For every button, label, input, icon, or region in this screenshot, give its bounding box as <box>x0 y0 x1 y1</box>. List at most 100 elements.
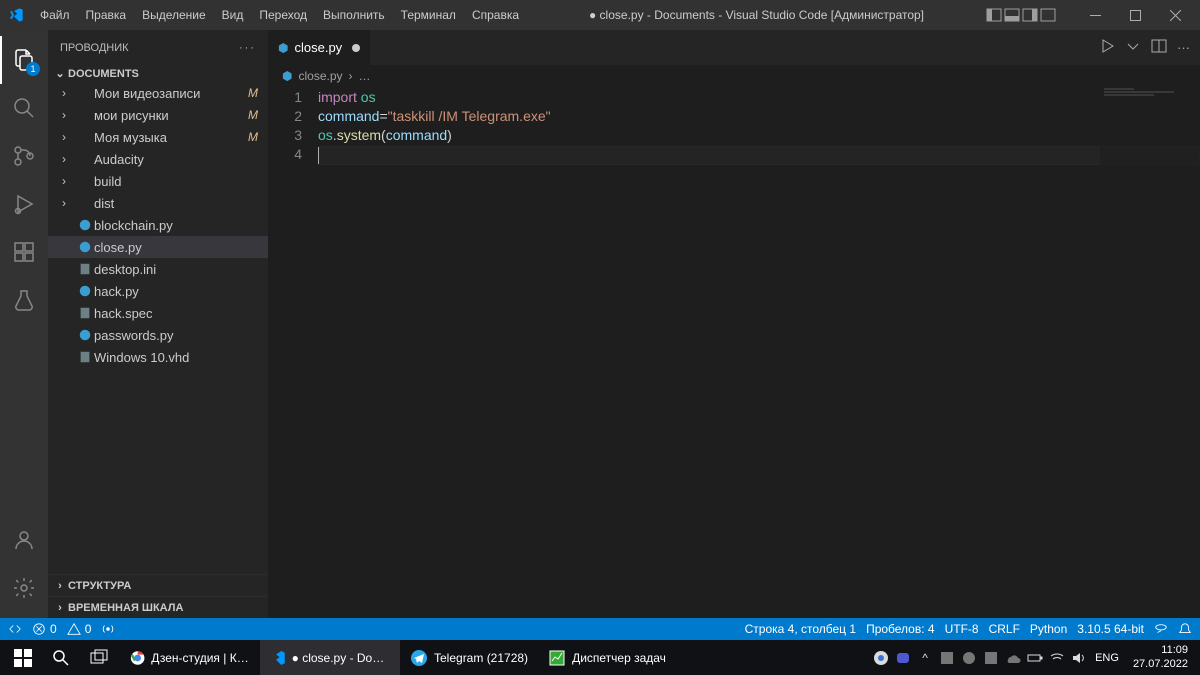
minimap[interactable] <box>1100 87 1200 618</box>
menu-run[interactable]: Выполнить <box>315 0 393 30</box>
toggle-panel-icon[interactable] <box>1004 7 1020 23</box>
file-tree: ›Мои видеозаписиM›мои рисункиM›Моя музык… <box>48 82 268 368</box>
activity-search[interactable] <box>0 84 48 132</box>
menu-selection[interactable]: Выделение <box>134 0 214 30</box>
explorer-badge: 1 <box>26 62 40 76</box>
activity-run-debug[interactable] <box>0 180 48 228</box>
chevron-right-icon: › <box>52 602 68 614</box>
activity-testing[interactable] <box>0 276 48 324</box>
tab-close-py[interactable]: ⬢ close.py <box>268 30 371 65</box>
taskbar-app[interactable]: Диспетчер задач <box>538 640 676 675</box>
code-editor[interactable]: 1 2 3 4 import os command="taskkill /IM … <box>268 87 1200 618</box>
close-button[interactable] <box>1158 0 1192 30</box>
status-language[interactable]: Python <box>1030 622 1067 636</box>
menu-go[interactable]: Переход <box>251 0 315 30</box>
minimize-button[interactable] <box>1078 0 1112 30</box>
editor-actions: ··· <box>1089 30 1200 65</box>
activity-explorer[interactable]: 1 <box>0 36 48 84</box>
cursor <box>318 147 319 164</box>
sidebar-title: ПРОВОДНИК <box>60 42 129 54</box>
tree-item[interactable]: ›Audacity <box>48 148 268 170</box>
status-python-version[interactable]: 3.10.5 64-bit <box>1077 622 1144 636</box>
status-notifications-icon[interactable] <box>1178 622 1192 636</box>
editor-area: ⬢ close.py ··· ⬢ close.py › … 1 2 3 4 <box>268 30 1200 618</box>
sidebar-more-icon[interactable]: ··· <box>239 42 256 54</box>
chevron-right-icon: › <box>52 580 68 592</box>
python-file-icon: ⬢ <box>278 41 288 55</box>
more-actions-icon[interactable]: ··· <box>1177 40 1190 55</box>
outline-section[interactable]: › СТРУКТУРА <box>48 574 268 596</box>
system-tray[interactable]: ^ <box>873 650 1087 666</box>
timeline-label: ВРЕМЕННАЯ ШКАЛА <box>68 602 183 614</box>
taskbar-clock[interactable]: 11:09 27.07.2022 <box>1127 642 1194 672</box>
main-menu: Файл Правка Выделение Вид Переход Выполн… <box>32 0 527 30</box>
customize-layout-icon[interactable] <box>1040 7 1056 23</box>
status-warnings[interactable]: 0 <box>67 622 92 636</box>
tray-app2-icon[interactable] <box>961 650 977 666</box>
python-file-icon: ⬢ <box>282 69 292 83</box>
menu-file[interactable]: Файл <box>32 0 78 30</box>
sidebar: ПРОВОДНИК ··· ⌄ DOCUMENTS ›Мои видеозапи… <box>48 30 268 618</box>
status-cursor-position[interactable]: Строка 4, столбец 1 <box>745 622 856 636</box>
run-dropdown-icon[interactable] <box>1125 38 1141 57</box>
task-view-icon[interactable] <box>82 640 116 675</box>
status-encoding[interactable]: UTF-8 <box>945 622 979 636</box>
tray-volume-icon[interactable] <box>1071 650 1087 666</box>
tree-item[interactable]: desktop.ini <box>48 258 268 280</box>
tray-discord-icon[interactable] <box>895 650 911 666</box>
status-remote-icon[interactable] <box>8 622 22 636</box>
menu-terminal[interactable]: Терминал <box>393 0 464 30</box>
statusbar: 0 0 Строка 4, столбец 1 Пробелов: 4 UTF-… <box>0 618 1200 640</box>
status-live-icon[interactable] <box>101 622 115 636</box>
maximize-button[interactable] <box>1118 0 1152 30</box>
tree-item[interactable]: ›Моя музыкаM <box>48 126 268 148</box>
tab-label: close.py <box>294 40 342 55</box>
outline-label: СТРУКТУРА <box>68 580 131 592</box>
taskbar-app[interactable]: Дзен-студия | Как з... <box>120 640 260 675</box>
taskbar-language[interactable]: ENG <box>1095 652 1119 664</box>
tree-item[interactable]: Windows 10.vhd <box>48 346 268 368</box>
status-eol[interactable]: CRLF <box>989 622 1020 636</box>
taskbar-app[interactable]: Telegram (21728) <box>400 640 538 675</box>
tree-item[interactable]: blockchain.py <box>48 214 268 236</box>
dirty-indicator-icon <box>352 44 360 52</box>
tray-wifi-icon[interactable] <box>1049 650 1065 666</box>
tray-app1-icon[interactable] <box>939 650 955 666</box>
split-editor-icon[interactable] <box>1151 38 1167 57</box>
tray-battery-icon[interactable] <box>1027 650 1043 666</box>
tray-onedrive-icon[interactable] <box>1005 650 1021 666</box>
toggle-primary-sidebar-icon[interactable] <box>986 7 1002 23</box>
status-feedback-icon[interactable] <box>1154 622 1168 636</box>
activity-extensions[interactable] <box>0 228 48 276</box>
chevron-down-icon: ⌄ <box>52 67 68 80</box>
activity-scm[interactable] <box>0 132 48 180</box>
tray-app3-icon[interactable] <box>983 650 999 666</box>
start-button[interactable] <box>6 640 40 675</box>
activity-settings[interactable] <box>0 564 48 612</box>
menu-help[interactable]: Справка <box>464 0 527 30</box>
tray-chrome-icon[interactable] <box>873 650 889 666</box>
tree-item[interactable]: ›Мои видеозаписиM <box>48 82 268 104</box>
tree-item[interactable]: hack.py <box>48 280 268 302</box>
tabs-row: ⬢ close.py ··· <box>268 30 1200 65</box>
tree-item[interactable]: hack.spec <box>48 302 268 324</box>
run-icon[interactable] <box>1099 38 1115 57</box>
taskbar-search-icon[interactable] <box>44 640 78 675</box>
timeline-section[interactable]: › ВРЕМЕННАЯ ШКАЛА <box>48 596 268 618</box>
breadcrumbs[interactable]: ⬢ close.py › … <box>268 65 1200 87</box>
breadcrumb-file: close.py <box>298 69 342 83</box>
taskbar-app[interactable]: ● close.py - Docum... <box>260 640 400 675</box>
folder-root[interactable]: ⌄ DOCUMENTS <box>48 65 268 82</box>
status-errors[interactable]: 0 <box>32 622 57 636</box>
tree-item[interactable]: close.py <box>48 236 268 258</box>
tray-chevron-up-icon[interactable]: ^ <box>917 650 933 666</box>
activity-accounts[interactable] <box>0 516 48 564</box>
tree-item[interactable]: passwords.py <box>48 324 268 346</box>
menu-view[interactable]: Вид <box>214 0 252 30</box>
tree-item[interactable]: ›dist <box>48 192 268 214</box>
menu-edit[interactable]: Правка <box>78 0 135 30</box>
tree-item[interactable]: ›build <box>48 170 268 192</box>
status-indentation[interactable]: Пробелов: 4 <box>866 622 935 636</box>
tree-item[interactable]: ›мои рисункиM <box>48 104 268 126</box>
toggle-secondary-sidebar-icon[interactable] <box>1022 7 1038 23</box>
